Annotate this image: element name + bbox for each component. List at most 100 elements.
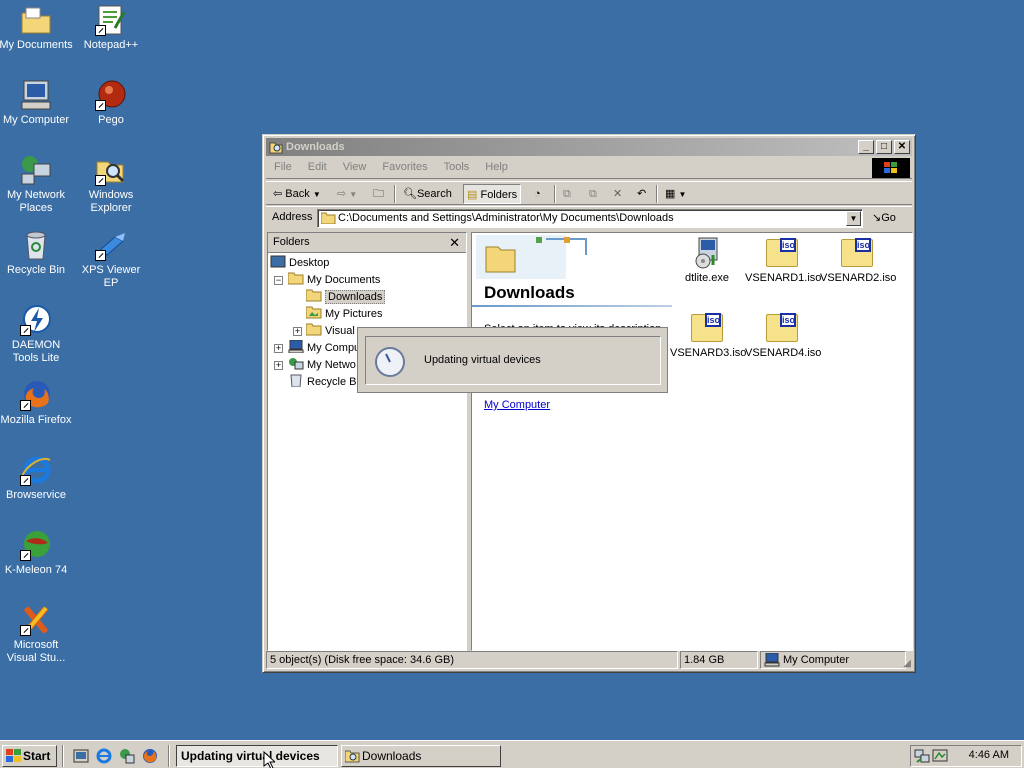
iso-file-icon: iso [766, 312, 798, 344]
network-icon [288, 357, 304, 370]
xps-viewer-icon [95, 229, 127, 261]
chevron-down-icon: ▼ [312, 190, 321, 199]
menu-tools[interactable]: Tools [436, 157, 478, 173]
firefox-icon [20, 379, 52, 411]
delete-icon: ✕ [613, 188, 623, 200]
k-meleon-icon [20, 529, 52, 561]
undo-icon: ↶ [637, 188, 647, 200]
collapse-icon[interactable]: − [274, 276, 283, 285]
daemon-tools-icon [20, 304, 52, 336]
my-computer-link[interactable]: My Computer [484, 399, 550, 411]
copy-to-icon: ⧉ [589, 188, 597, 200]
tree-item-visual[interactable]: Visual [305, 323, 355, 339]
taskbar: Start Updating virtual devices Downloads… [0, 740, 1024, 768]
up-folder-icon: 🗀 [373, 188, 384, 200]
up-folder-button[interactable]: 🗀 [370, 184, 387, 204]
search-button[interactable]: 🔍︎Search [400, 184, 455, 204]
resize-grip-icon[interactable]: ◢ [903, 658, 911, 669]
expand-icon[interactable]: + [274, 344, 283, 353]
address-dropdown-button[interactable]: ▼ [846, 211, 861, 226]
move-to-button[interactable]: ⧉ [560, 184, 574, 204]
computer-icon [288, 339, 304, 354]
show-desktop-icon[interactable] [73, 748, 89, 764]
copy-to-button[interactable]: ⧉ [586, 184, 600, 204]
menu-help[interactable]: Help [477, 157, 516, 173]
minimize-button[interactable]: _ [858, 140, 874, 154]
desktop-icon-pego[interactable]: Pego [73, 79, 149, 127]
network-icon [20, 154, 52, 186]
expand-icon[interactable]: + [293, 327, 302, 336]
undo-button[interactable]: ↶ [634, 184, 649, 204]
address-input[interactable]: C:\Documents and Settings\Administrator\… [317, 209, 863, 228]
back-button[interactable]: ⇦ Back ▼ [270, 184, 324, 204]
internet-explorer-icon[interactable] [96, 748, 112, 764]
desktop-icon-k-meleon[interactable]: K-Meleon 74 [0, 529, 74, 577]
menu-edit[interactable]: Edit [300, 157, 335, 173]
folder-heading: Downloads [484, 283, 575, 302]
pictures-folder-icon [305, 306, 322, 319]
recycle-bin-icon [20, 229, 52, 261]
desktop-icon-browservice[interactable]: Browservice [0, 454, 74, 502]
explorer-icon [344, 749, 360, 768]
delete-button[interactable]: ✕ [610, 184, 625, 204]
expand-icon[interactable]: + [274, 361, 283, 370]
start-button[interactable]: Start [2, 745, 57, 767]
menu-view[interactable]: View [335, 157, 375, 173]
file-item-vsenard4[interactable]: iso VSENARD4.iso [745, 312, 821, 359]
firefox-icon[interactable] [142, 748, 158, 764]
tree-item-my-network[interactable]: My Netwo [288, 357, 356, 373]
tree-item-downloads[interactable]: Downloads [305, 289, 386, 305]
folders-button[interactable]: ▤ Folders [463, 184, 522, 204]
desktop-icon-my-documents[interactable]: My Documents [0, 4, 74, 52]
clock[interactable]: 4:46 AM [969, 749, 1009, 761]
desktop-icon-daemon-tools[interactable]: DAEMON Tools Lite [0, 304, 74, 365]
file-item-vsenard2[interactable]: iso VSENARD2.iso [820, 237, 896, 284]
menu-file[interactable]: File [266, 157, 300, 173]
network-icon[interactable] [119, 748, 135, 764]
taskbar-button-downloads[interactable]: Downloads [341, 745, 501, 767]
taskbar-button-updating[interactable]: Updating virtual devices [176, 745, 338, 767]
desktop-icon-visual-studio[interactable]: Microsoft Visual Stu... [0, 604, 74, 665]
desktop-icon-firefox[interactable]: Mozilla Firefox [0, 379, 74, 427]
address-label: Address [272, 211, 313, 223]
file-item-dtlite[interactable]: dtlite.exe [670, 237, 744, 284]
maximize-button[interactable]: □ [876, 140, 892, 154]
network-connection-icon[interactable] [914, 748, 930, 767]
updating-dialog: Updating virtual devices [357, 327, 668, 393]
tree-item-desktop[interactable]: Desktop [270, 255, 329, 271]
menu-favorites[interactable]: Favorites [374, 157, 435, 173]
windows-logo-icon [6, 749, 21, 768]
desktop-icon-recycle-bin[interactable]: Recycle Bin [0, 229, 74, 277]
desktop-icon-my-network-places[interactable]: My Network Places [0, 154, 74, 215]
desktop-icon-notepadpp[interactable]: Notepad++ [73, 4, 149, 52]
daemon-tray-icon[interactable] [932, 748, 948, 767]
status-zone: My Computer [760, 651, 906, 669]
close-button[interactable]: ✕ [894, 140, 910, 154]
close-icon[interactable]: ✕ [449, 233, 460, 252]
file-item-vsenard3[interactable]: iso VSENARD3.iso [670, 312, 746, 359]
forward-button[interactable]: ⇨ ▼ [334, 184, 360, 204]
views-button[interactable]: ▦ ▼ [662, 184, 689, 204]
back-arrow-icon: ⇦ [273, 188, 283, 200]
menu-bar: File Edit View Favorites Tools Help [266, 157, 912, 179]
address-bar: Address C:\Documents and Settings\Admini… [266, 206, 912, 230]
title-bar[interactable]: Downloads _ □ ✕ [266, 138, 912, 156]
desktop-icon-my-computer[interactable]: My Computer [0, 79, 74, 127]
history-button[interactable]: ◔ [531, 184, 544, 204]
go-arrow-icon: ↘ [872, 212, 882, 224]
file-item-vsenard1[interactable]: iso VSENARD1.iso [745, 237, 821, 284]
go-button[interactable]: ↘Go [869, 209, 899, 228]
dialog-message: Updating virtual devices [424, 354, 541, 366]
chevron-down-icon: ▼ [349, 190, 358, 199]
tree-item-my-documents[interactable]: My Documents [287, 272, 380, 288]
windows-logo-icon [872, 158, 910, 178]
desktop-icon [270, 255, 286, 268]
folder-open-icon [287, 272, 304, 285]
tree-item-recycle-bin[interactable]: Recycle Bi [288, 374, 359, 390]
recycle-bin-icon [288, 374, 304, 388]
tree-item-my-pictures[interactable]: My Pictures [305, 306, 382, 322]
tree-item-my-computer[interactable]: My Compu [288, 339, 360, 356]
desktop-icon-xps-viewer[interactable]: XPS Viewer EP [73, 229, 149, 290]
installer-icon [691, 237, 723, 269]
desktop-icon-windows-explorer[interactable]: Windows Explorer [73, 154, 149, 215]
